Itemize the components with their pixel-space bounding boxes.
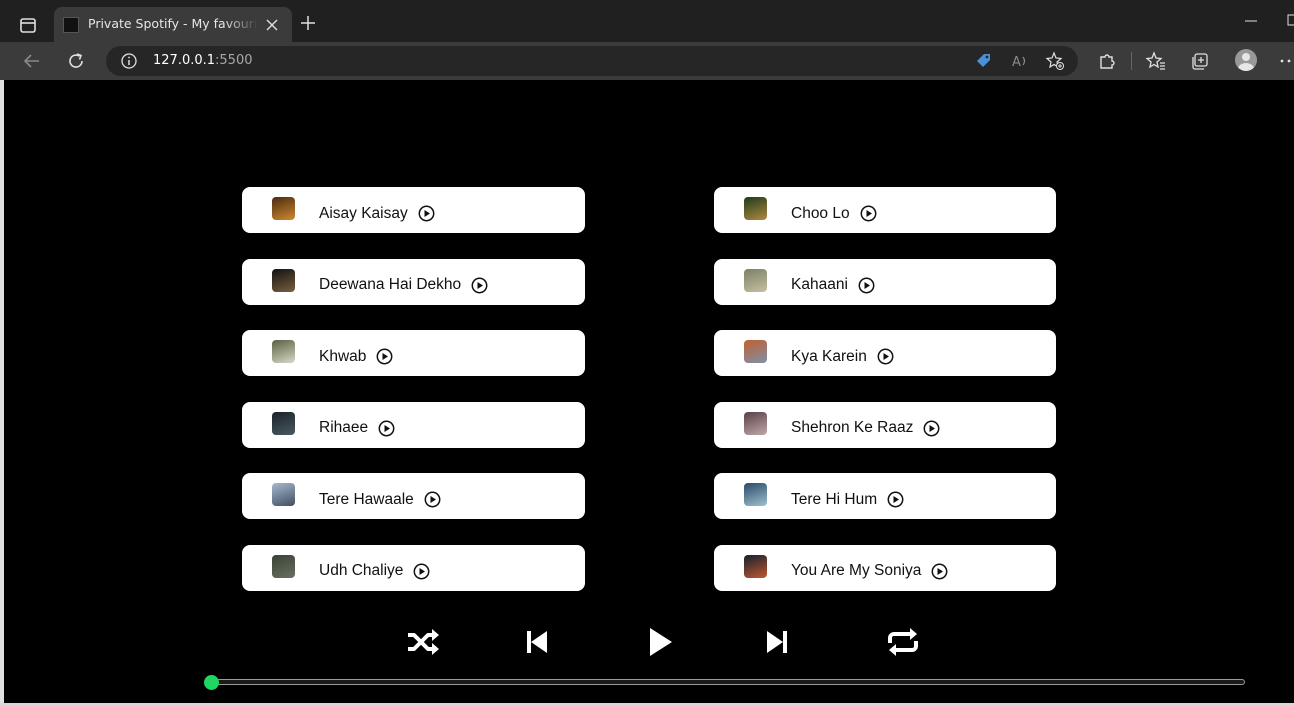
song-cover-thumbnail	[272, 197, 295, 220]
play-circle-icon[interactable]	[471, 277, 488, 294]
song-name: Tere Hi Hum	[791, 490, 878, 508]
browser-toolbar: 127.0.0.1:5500 A	[0, 42, 1294, 80]
play-circle-icon[interactable]	[931, 563, 948, 580]
reload-icon[interactable]	[65, 50, 87, 72]
play-circle-icon[interactable]	[376, 348, 393, 365]
browser-tab-bar: Private Spotify - My favourite music	[0, 0, 1294, 42]
page-viewport: Aisay Kaisay Choo Lo Deewana Hai Dekho Kaha…	[4, 80, 1294, 703]
song-item[interactable]: Kahaani	[714, 258, 1056, 305]
song-cover-thumbnail	[744, 483, 767, 506]
song-item[interactable]: Udh Chaliye	[242, 544, 585, 591]
address-bar[interactable]: 127.0.0.1:5500 A	[106, 46, 1078, 76]
song-name: Shehron Ke Raaz	[791, 419, 914, 436]
song-name: Aisay Kaisay	[319, 204, 408, 222]
maximize-icon[interactable]	[1284, 12, 1294, 30]
collections-icon[interactable]	[1189, 50, 1211, 72]
play-circle-icon[interactable]	[418, 205, 435, 222]
new-tab-plus-icon[interactable]	[298, 13, 318, 33]
shuffle-icon[interactable]	[404, 623, 442, 661]
play-circle-icon[interactable]	[424, 491, 441, 508]
song-cover-thumbnail	[744, 411, 767, 435]
song-item[interactable]: Aisay Kaisay	[242, 187, 585, 233]
song-cover-thumbnail	[744, 340, 767, 363]
song-name: Choo Lo	[791, 204, 850, 222]
song-item[interactable]: Khwab	[242, 330, 585, 376]
url-text: 127.0.0.1:5500	[153, 53, 253, 68]
song-cover-thumbnail	[744, 197, 767, 220]
play-circle-icon[interactable]	[858, 277, 875, 294]
read-aloud-icon[interactable]: A	[1010, 51, 1030, 71]
star-plus-icon[interactable]	[1045, 51, 1065, 71]
song-item[interactable]: Shehron Ke Raaz	[714, 401, 1056, 448]
song-name: Kya Karein	[791, 347, 867, 365]
repeat-icon[interactable]	[884, 623, 922, 661]
progress-track	[207, 679, 1245, 685]
song-item[interactable]: Choo Lo	[714, 187, 1056, 233]
song-name: Deewana Hai Dekho	[319, 276, 462, 293]
minimize-icon[interactable]	[1242, 12, 1260, 30]
tab-actions-icon[interactable]	[14, 13, 42, 37]
play-circle-icon[interactable]	[413, 563, 430, 580]
song-cover-thumbnail	[272, 268, 295, 292]
play-circle-icon[interactable]	[923, 420, 940, 437]
progress-handle[interactable]	[204, 675, 219, 690]
play-icon[interactable]	[640, 623, 678, 661]
song-name: Udh Chaliye	[319, 562, 404, 579]
song-cover-thumbnail	[272, 554, 295, 578]
url-host: 127.0.0.1	[153, 53, 216, 68]
song-cover-thumbnail	[744, 268, 767, 292]
play-circle-icon[interactable]	[378, 420, 395, 437]
back-arrow-icon[interactable]	[21, 50, 43, 72]
svg-text:A: A	[1012, 55, 1021, 70]
play-circle-icon[interactable]	[887, 491, 904, 508]
info-icon[interactable]	[120, 52, 138, 70]
song-name: You Are My Soniya	[791, 562, 922, 579]
song-name: Khwab	[319, 347, 367, 365]
next-icon[interactable]	[758, 623, 796, 661]
browser-tab-active[interactable]: Private Spotify - My favourite music	[54, 7, 292, 42]
song-list: Aisay Kaisay Choo Lo Deewana Hai Dekho Kaha…	[242, 187, 1056, 591]
song-name: Rihaee	[319, 419, 369, 436]
song-item[interactable]: Rihaee	[242, 401, 585, 448]
play-circle-icon[interactable]	[877, 348, 894, 365]
previous-icon[interactable]	[518, 623, 556, 661]
play-circle-icon[interactable]	[860, 205, 877, 222]
favicon-icon	[63, 17, 79, 33]
ellipsis-icon[interactable]	[1278, 50, 1294, 72]
song-cover-thumbnail	[272, 411, 295, 435]
song-name: Tere Hawaale	[319, 490, 414, 508]
song-cover-thumbnail	[272, 483, 295, 506]
song-item[interactable]: You Are My Soniya	[714, 544, 1056, 591]
favorites-icon[interactable]	[1145, 50, 1167, 72]
puzzle-icon[interactable]	[1096, 50, 1118, 72]
song-item[interactable]: Deewana Hai Dekho	[242, 258, 585, 305]
progress-bar[interactable]	[203, 675, 1246, 690]
song-item[interactable]: Tere Hawaale	[242, 473, 585, 519]
song-item[interactable]: Tere Hi Hum	[714, 473, 1056, 519]
close-icon[interactable]	[262, 15, 282, 35]
song-cover-thumbnail	[744, 554, 767, 578]
toolbar-separator	[1131, 52, 1132, 70]
avatar-icon[interactable]	[1235, 49, 1257, 71]
url-port: :5500	[215, 53, 253, 68]
tag-icon[interactable]	[974, 51, 994, 71]
song-cover-thumbnail	[272, 340, 295, 363]
tab-title: Private Spotify - My favourite music	[88, 16, 258, 31]
song-name: Kahaani	[791, 276, 848, 293]
song-item[interactable]: Kya Karein	[714, 330, 1056, 376]
